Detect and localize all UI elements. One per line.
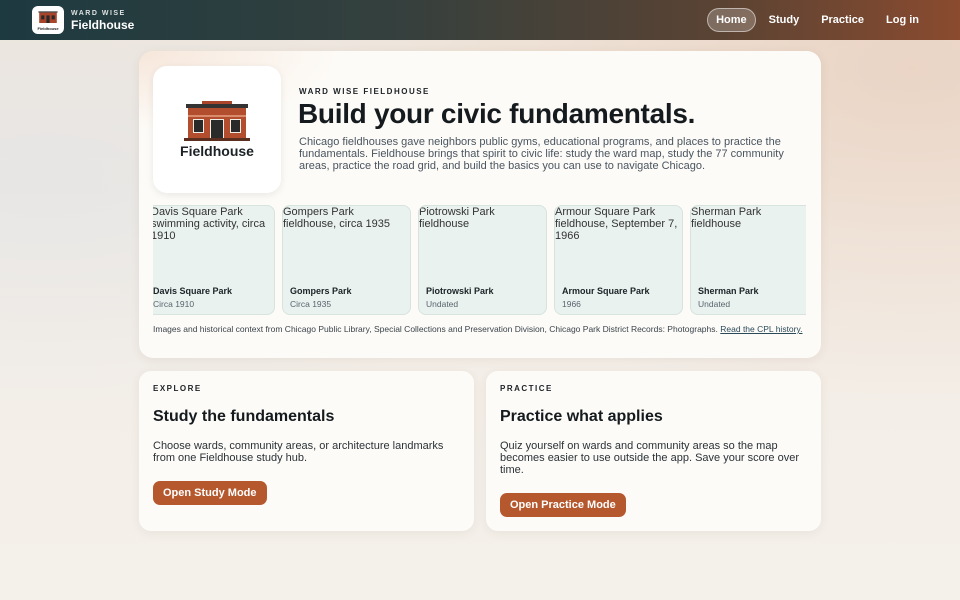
park-card[interactable]: Armour Square Park fieldhouse, September… [554, 205, 683, 315]
top-nav-bar: Fieldhouse WARD WISE Fieldhouse Home Stu… [0, 0, 960, 40]
hero-logo-tile: Fieldhouse [153, 66, 281, 193]
park-date: Undated [698, 299, 731, 309]
park-date: Circa 1935 [290, 299, 332, 309]
fieldhouse-building-icon [184, 100, 250, 141]
park-name: Piotrowski Park [426, 286, 494, 296]
explore-eyebrow: EXPLORE [153, 384, 202, 393]
park-date: Undated [426, 299, 459, 309]
image-credit: Images and historical context from Chica… [153, 324, 813, 334]
cpl-history-link[interactable]: Read the CPL history. [720, 324, 802, 334]
park-card[interactable]: Davis Square Park swimming activity, cir… [153, 205, 275, 315]
park-card[interactable]: Piotrowski Park fieldhouse Piotrowski Pa… [418, 205, 547, 315]
park-name: Armour Square Park [562, 286, 650, 296]
nav-login[interactable]: Log in [877, 8, 928, 32]
nav-study[interactable]: Study [760, 8, 809, 32]
open-practice-mode-button[interactable]: Open Practice Mode [500, 493, 626, 517]
explore-panel: EXPLORE Study the fundamentals Choose wa… [139, 371, 474, 531]
practice-eyebrow: PRACTICE [500, 384, 553, 393]
explore-title: Study the fundamentals [153, 408, 335, 425]
open-study-mode-button[interactable]: Open Study Mode [153, 481, 267, 505]
park-image-alt: Piotrowski Park fieldhouse [419, 206, 495, 230]
park-card[interactable]: Sherman Park fieldhouse Sherman Park Und… [690, 205, 806, 315]
hero-eyebrow: WARD WISE FIELDHOUSE [299, 87, 430, 96]
park-photo-carousel[interactable]: Davis Square Park swimming activity, cir… [153, 205, 807, 315]
fieldhouse-logo-icon: Fieldhouse [32, 6, 64, 34]
park-image-alt: Armour Square Park fieldhouse, September… [555, 206, 678, 242]
park-image-alt: Gompers Park fieldhouse, circa 1935 [283, 206, 391, 230]
explore-description: Choose wards, community areas, or archit… [153, 440, 444, 464]
brand-small: WARD WISE [71, 9, 126, 17]
brand-name: Fieldhouse [71, 17, 135, 32]
hero-description: Chicago fieldhouses gave neighbors publi… [299, 136, 784, 172]
practice-description: Quiz yourself on wards and community are… [500, 440, 800, 476]
hero-section: Fieldhouse WARD WISE FIELDHOUSE Build yo… [139, 51, 821, 358]
brand[interactable]: Fieldhouse WARD WISE Fieldhouse [32, 6, 134, 34]
credit-text: Images and historical context from Chica… [153, 324, 718, 334]
park-date: Circa 1910 [153, 299, 195, 309]
nav-practice[interactable]: Practice [812, 8, 873, 32]
park-name: Davis Square Park [153, 286, 233, 296]
park-card[interactable]: Gompers Park fieldhouse, circa 1935 Gomp… [282, 205, 411, 315]
park-name: Sherman Park [698, 286, 759, 296]
hero-title: Build your civic fundamentals. [298, 98, 696, 129]
park-image-alt: Davis Square Park swimming activity, cir… [153, 206, 266, 242]
hero-logo-label: Fieldhouse [180, 142, 254, 159]
nav-home[interactable]: Home [707, 8, 756, 32]
park-image-alt: Sherman Park fieldhouse [691, 206, 762, 230]
park-date: 1966 [562, 299, 581, 309]
logo-label: Fieldhouse [37, 26, 59, 31]
brand-text: WARD WISE Fieldhouse [71, 10, 134, 31]
practice-panel: PRACTICE Practice what applies Quiz your… [486, 371, 821, 531]
park-name: Gompers Park [290, 286, 352, 296]
practice-title: Practice what applies [500, 408, 663, 425]
main-nav: Home Study Practice Log in [707, 8, 928, 32]
